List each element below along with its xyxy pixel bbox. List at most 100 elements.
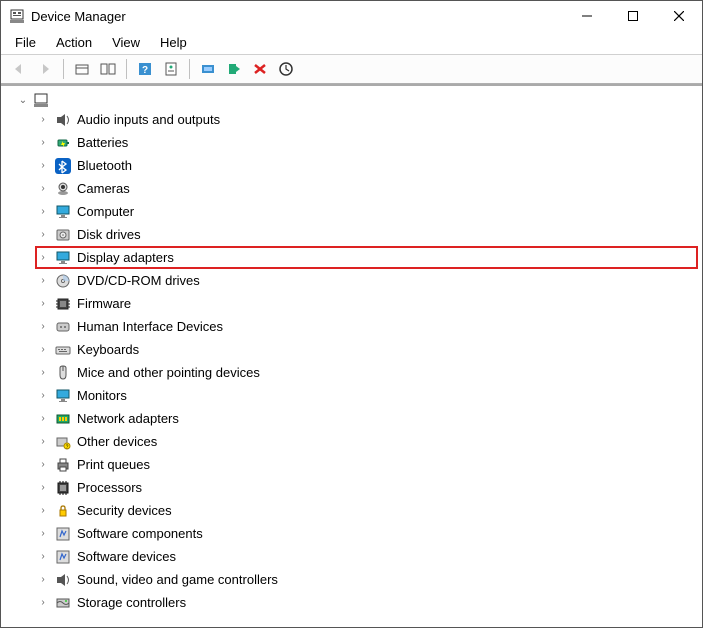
nic-icon bbox=[55, 411, 71, 427]
minimize-button[interactable] bbox=[564, 1, 610, 31]
tree-node-label[interactable]: Security devices bbox=[77, 503, 172, 518]
tree-node[interactable]: › Firmware bbox=[37, 292, 698, 315]
tree-node-label[interactable]: Other devices bbox=[77, 434, 157, 449]
back-button[interactable] bbox=[7, 58, 31, 80]
properties-button[interactable] bbox=[159, 58, 183, 80]
expand-icon[interactable]: › bbox=[37, 275, 49, 286]
tree-node-label[interactable]: Human Interface Devices bbox=[77, 319, 223, 334]
tree-node[interactable]: › Mice and other pointing devices bbox=[37, 361, 698, 384]
close-button[interactable] bbox=[656, 1, 702, 31]
camera-icon bbox=[55, 181, 71, 197]
battery-icon bbox=[55, 135, 71, 151]
tree-node-label[interactable]: Disk drives bbox=[77, 227, 141, 242]
tree-node[interactable]: › Disk drives bbox=[37, 223, 698, 246]
expand-icon[interactable]: › bbox=[37, 436, 49, 447]
tree-node[interactable]: › DVD/CD-ROM drives bbox=[37, 269, 698, 292]
menu-action[interactable]: Action bbox=[48, 33, 100, 52]
tree-node-label[interactable]: Firmware bbox=[77, 296, 131, 311]
tree-node[interactable]: › Batteries bbox=[37, 131, 698, 154]
expand-icon[interactable]: › bbox=[37, 413, 49, 424]
tree-node-label[interactable]: Software devices bbox=[77, 549, 176, 564]
expand-icon[interactable]: › bbox=[37, 137, 49, 148]
tree-node[interactable]: › Human Interface Devices bbox=[37, 315, 698, 338]
maximize-button[interactable] bbox=[610, 1, 656, 31]
software-icon bbox=[55, 549, 71, 565]
tree-node[interactable]: › Storage controllers bbox=[37, 591, 698, 614]
tree-node[interactable]: › Security devices bbox=[37, 499, 698, 522]
expand-icon[interactable]: › bbox=[37, 321, 49, 332]
tree-root[interactable]: ⌄ bbox=[17, 92, 698, 108]
menu-view[interactable]: View bbox=[104, 33, 148, 52]
expand-icon[interactable]: › bbox=[37, 298, 49, 309]
tree-node[interactable]: › Keyboards bbox=[37, 338, 698, 361]
tree-node-label[interactable]: Batteries bbox=[77, 135, 128, 150]
tree-node-label[interactable]: Bluetooth bbox=[77, 158, 132, 173]
keyboard-icon bbox=[55, 342, 71, 358]
update-driver-button[interactable] bbox=[196, 58, 220, 80]
collapse-icon[interactable]: ⌄ bbox=[17, 95, 29, 106]
tree-node[interactable]: › Cameras bbox=[37, 177, 698, 200]
expand-icon[interactable]: › bbox=[37, 183, 49, 194]
expand-icon[interactable]: › bbox=[37, 482, 49, 493]
enable-button[interactable] bbox=[222, 58, 246, 80]
menu-file[interactable]: File bbox=[7, 33, 44, 52]
storage-icon bbox=[55, 595, 71, 611]
tree-node-label[interactable]: Mice and other pointing devices bbox=[77, 365, 260, 380]
expand-icon[interactable]: › bbox=[37, 252, 49, 263]
titlebar[interactable]: Device Manager bbox=[1, 1, 702, 31]
uninstall-button[interactable] bbox=[248, 58, 272, 80]
tree-children: › Audio inputs and outputs › Batteries › Blue… bbox=[17, 108, 698, 614]
tree-node-label[interactable]: Print queues bbox=[77, 457, 150, 472]
tree-node-label[interactable]: Monitors bbox=[77, 388, 127, 403]
tree-node[interactable]: › Print queues bbox=[37, 453, 698, 476]
find-button[interactable] bbox=[96, 58, 120, 80]
expand-icon[interactable]: › bbox=[37, 551, 49, 562]
show-hidden-button[interactable] bbox=[70, 58, 94, 80]
device-tree[interactable]: ⌄ › Audio inputs and outputs › Batteries › Bl… bbox=[1, 84, 702, 625]
expand-icon[interactable]: › bbox=[37, 597, 49, 608]
tree-node[interactable]: › Sound, video and game controllers bbox=[37, 568, 698, 591]
tree-node-label[interactable]: Software components bbox=[77, 526, 203, 541]
expand-icon[interactable]: › bbox=[37, 574, 49, 585]
expand-icon[interactable]: › bbox=[37, 528, 49, 539]
tree-node[interactable]: › Computer bbox=[37, 200, 698, 223]
forward-button[interactable] bbox=[33, 58, 57, 80]
expand-icon[interactable]: › bbox=[37, 114, 49, 125]
menu-help[interactable]: Help bbox=[152, 33, 195, 52]
tree-node-label[interactable]: Sound, video and game controllers bbox=[77, 572, 278, 587]
speaker-icon bbox=[55, 572, 71, 588]
tree-node[interactable]: › Bluetooth bbox=[37, 154, 698, 177]
expand-icon[interactable]: › bbox=[37, 505, 49, 516]
expand-icon[interactable]: › bbox=[37, 229, 49, 240]
app-icon bbox=[9, 8, 25, 24]
expand-icon[interactable]: › bbox=[37, 344, 49, 355]
toolbar-separator bbox=[189, 59, 190, 79]
tree-node[interactable]: ›? Other devices bbox=[37, 430, 698, 453]
tree-node[interactable]: › Network adapters bbox=[37, 407, 698, 430]
tree-node-label[interactable]: Computer bbox=[77, 204, 134, 219]
help-button[interactable]: ? bbox=[133, 58, 157, 80]
tree-node-label[interactable]: Display adapters bbox=[77, 250, 174, 265]
tree-node-label[interactable]: Keyboards bbox=[77, 342, 139, 357]
tree-node-label[interactable]: Processors bbox=[77, 480, 142, 495]
tree-node-label[interactable]: Storage controllers bbox=[77, 595, 186, 610]
tree-node-label[interactable]: Network adapters bbox=[77, 411, 179, 426]
disc-icon bbox=[55, 273, 71, 289]
tree-node[interactable]: › Software devices bbox=[37, 545, 698, 568]
tree-node[interactable]: › Software components bbox=[37, 522, 698, 545]
scan-hardware-button[interactable] bbox=[274, 58, 298, 80]
expand-icon[interactable]: › bbox=[37, 160, 49, 171]
tree-node-label[interactable]: Audio inputs and outputs bbox=[77, 112, 220, 127]
monitor-icon bbox=[55, 388, 71, 404]
expand-icon[interactable]: › bbox=[37, 390, 49, 401]
tree-node-label[interactable]: Cameras bbox=[77, 181, 130, 196]
expand-icon[interactable]: › bbox=[37, 367, 49, 378]
tree-node[interactable]: › Monitors bbox=[37, 384, 698, 407]
tree-node[interactable]: › Display adapters bbox=[35, 246, 698, 269]
tree-node-label[interactable]: DVD/CD-ROM drives bbox=[77, 273, 200, 288]
expand-icon[interactable]: › bbox=[37, 206, 49, 217]
other-icon: ? bbox=[55, 434, 71, 450]
expand-icon[interactable]: › bbox=[37, 459, 49, 470]
tree-node[interactable]: › Audio inputs and outputs bbox=[37, 108, 698, 131]
tree-node[interactable]: › Processors bbox=[37, 476, 698, 499]
